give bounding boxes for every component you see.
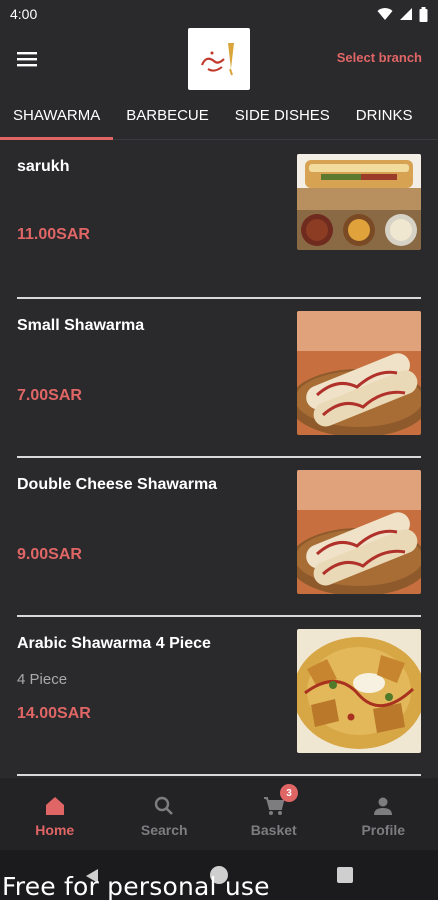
nav-search[interactable]: Search bbox=[110, 778, 220, 850]
item-price: 11.00SAR bbox=[17, 226, 90, 243]
home-icon bbox=[45, 797, 64, 815]
basket-count-badge: 3 bbox=[280, 784, 298, 802]
restaurant-logo bbox=[188, 28, 250, 90]
status-time: 4:00 bbox=[10, 6, 38, 22]
arabic-shawarma-platter-image bbox=[297, 629, 421, 753]
status-icons bbox=[377, 6, 428, 22]
tab-drinks[interactable]: DRINKS bbox=[343, 92, 426, 139]
shawarma-wrap-image bbox=[297, 470, 421, 594]
app-header: Select branch bbox=[0, 28, 438, 92]
watermark: Free for personal use bbox=[2, 872, 270, 900]
nav-home[interactable]: Home bbox=[0, 778, 110, 850]
item-name: sarukh bbox=[17, 158, 70, 175]
sandwich-platter-image bbox=[297, 154, 421, 250]
item-description: 4 Piece bbox=[17, 671, 68, 688]
category-tabs: SHAWARMA BARBECUE SIDE DISHES DRINKS bbox=[0, 92, 438, 140]
list-item[interactable]: sarukh 11.00SAR bbox=[17, 140, 421, 299]
item-price: 7.00SAR bbox=[17, 387, 82, 404]
nav-profile[interactable]: Profile bbox=[329, 778, 438, 850]
item-name: Small Shawarma bbox=[17, 317, 145, 334]
list-item[interactable]: Double Cheese Shawarma 9.00SAR bbox=[17, 458, 421, 617]
nav-search-label: Search bbox=[140, 822, 188, 838]
list-item[interactable]: Arabic Shawarma 4 Piece 4 Piece 14.00SAR bbox=[17, 617, 421, 776]
item-price: 14.00SAR bbox=[17, 705, 91, 722]
item-price: 9.00SAR bbox=[17, 546, 82, 563]
bottom-nav: Home Search 3 Basket Profile bbox=[0, 778, 438, 850]
nav-home-label: Home bbox=[35, 822, 75, 838]
status-bar: 4:00 bbox=[0, 0, 438, 28]
recent-apps-icon[interactable] bbox=[337, 867, 353, 883]
tab-barbecue[interactable]: BARBECUE bbox=[113, 92, 222, 139]
nav-basket-label: Basket bbox=[250, 822, 297, 838]
battery-icon bbox=[419, 6, 428, 22]
nav-basket[interactable]: 3 Basket bbox=[219, 778, 329, 850]
tab-shawarma[interactable]: SHAWARMA bbox=[0, 92, 114, 140]
tab-side-dishes[interactable]: SIDE DISHES bbox=[222, 92, 343, 139]
signal-icon bbox=[400, 8, 412, 20]
product-list: sarukh 11.00SAR Small Shawarma 7.00SAR D… bbox=[0, 140, 438, 776]
wifi-icon bbox=[377, 8, 393, 20]
list-item[interactable]: Small Shawarma 7.00SAR bbox=[17, 299, 421, 458]
profile-icon bbox=[374, 797, 393, 815]
menu-icon[interactable] bbox=[14, 46, 40, 72]
search-icon bbox=[155, 796, 174, 815]
select-branch-button[interactable]: Select branch bbox=[337, 50, 422, 65]
item-name: Arabic Shawarma 4 Piece bbox=[17, 635, 211, 652]
shawarma-wrap-image bbox=[297, 311, 421, 435]
nav-profile-label: Profile bbox=[361, 822, 406, 838]
item-name: Double Cheese Shawarma bbox=[17, 476, 218, 493]
